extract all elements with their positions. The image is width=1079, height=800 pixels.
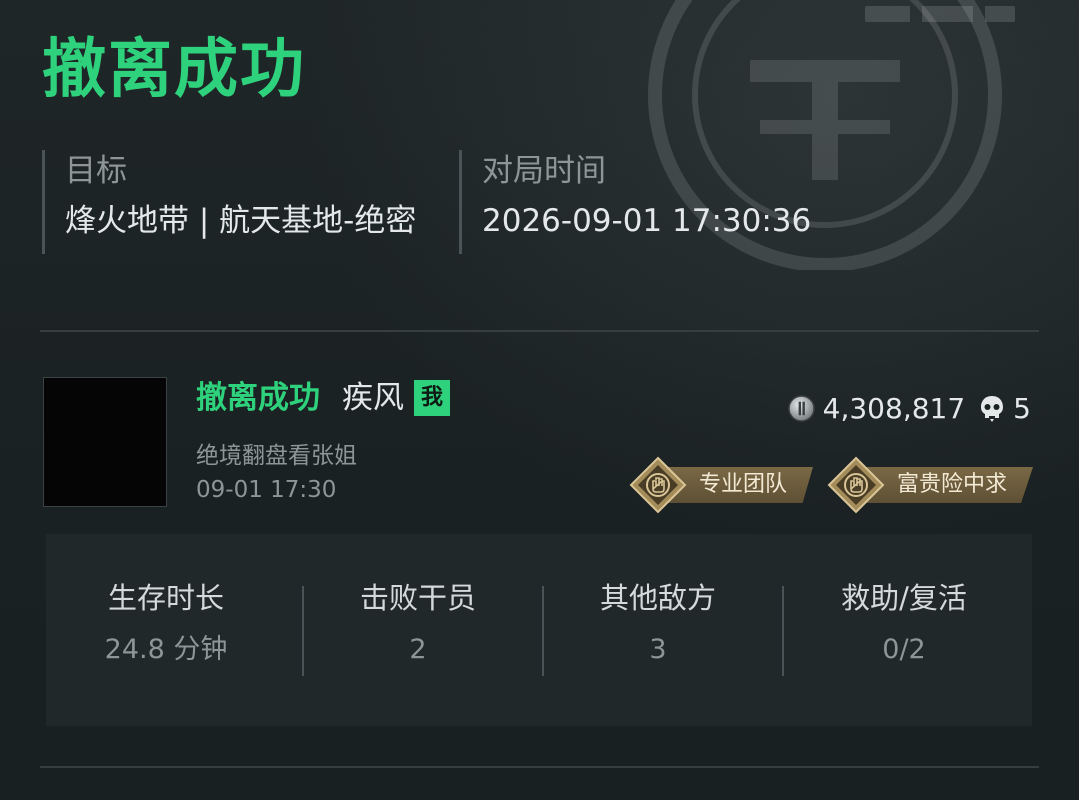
badge-label: 富贵险中求 — [862, 467, 1033, 503]
stats-panel: 生存时长 24.8 分钟 击败干员 2 其他敌方 3 救助/复活 0/2 — [46, 534, 1032, 726]
stat-other-enemies: 其他敌方 3 — [538, 578, 778, 670]
stat-label: 其他敌方 — [599, 581, 716, 615]
section-divider — [40, 766, 1039, 768]
player-summary-stats: 4,308,817 5 — [787, 392, 1031, 425]
hand-emblem-icon — [629, 456, 687, 514]
stat-value: 3 — [649, 634, 667, 665]
badge-label: 专业团队 — [664, 467, 813, 503]
match-time-info: 对局时间 2026-09-01 17:30:36 — [459, 150, 811, 254]
match-time-value: 2026-09-01 17:30:36 — [482, 203, 812, 239]
player-header: 撤离成功 疾风 我 — [196, 378, 450, 418]
stat-survival-time: 生存时长 24.8 分钟 — [46, 578, 286, 670]
coin-amount: 4,308,817 — [822, 392, 966, 425]
extraction-result-screen: 撤离成功 目标 烽火地带 | 航天基地-绝密 对局时间 2026-09-01 1… — [0, 0, 1079, 800]
stat-label: 生存时长 — [107, 581, 224, 615]
stat-operators-defeated: 击败干员 2 — [298, 578, 538, 670]
kill-count: 5 — [1013, 392, 1031, 425]
section-divider — [40, 330, 1039, 332]
skull-icon — [981, 395, 1004, 422]
achievement-badges: 专业团队 富贵险中求 — [615, 456, 1033, 514]
coin-icon — [787, 395, 815, 422]
hand-emblem-icon — [827, 456, 885, 514]
stat-rescue-revive: 救助/复活 0/2 — [784, 578, 1024, 670]
stat-label: 击败干员 — [359, 581, 476, 615]
me-badge: 我 — [414, 380, 450, 416]
stat-value: 24.8 分钟 — [104, 634, 228, 665]
match-time-label: 对局时间 — [482, 153, 606, 189]
badge-item[interactable]: 富贵险中求 — [827, 456, 1033, 514]
player-result-status: 撤离成功 — [196, 380, 320, 416]
stat-value: 0/2 — [882, 634, 926, 665]
target-value: 烽火地带 | 航天基地-绝密 — [65, 203, 417, 239]
top-stamp-text-decoration — [865, 6, 1015, 22]
player-name: 疾风 — [342, 380, 404, 416]
team-name: 绝境翻盘看张姐 — [196, 443, 357, 469]
target-label: 目标 — [65, 153, 127, 189]
stat-value: 2 — [409, 634, 427, 665]
badge-item[interactable]: 专业团队 — [629, 456, 813, 514]
avatar[interactable] — [43, 377, 167, 507]
page-title: 撤离成功 — [42, 33, 306, 107]
player-match-time: 09-01 17:30 — [196, 477, 337, 503]
stat-label: 救助/复活 — [841, 581, 967, 615]
target-info: 目标 烽火地带 | 航天基地-绝密 — [42, 150, 416, 254]
